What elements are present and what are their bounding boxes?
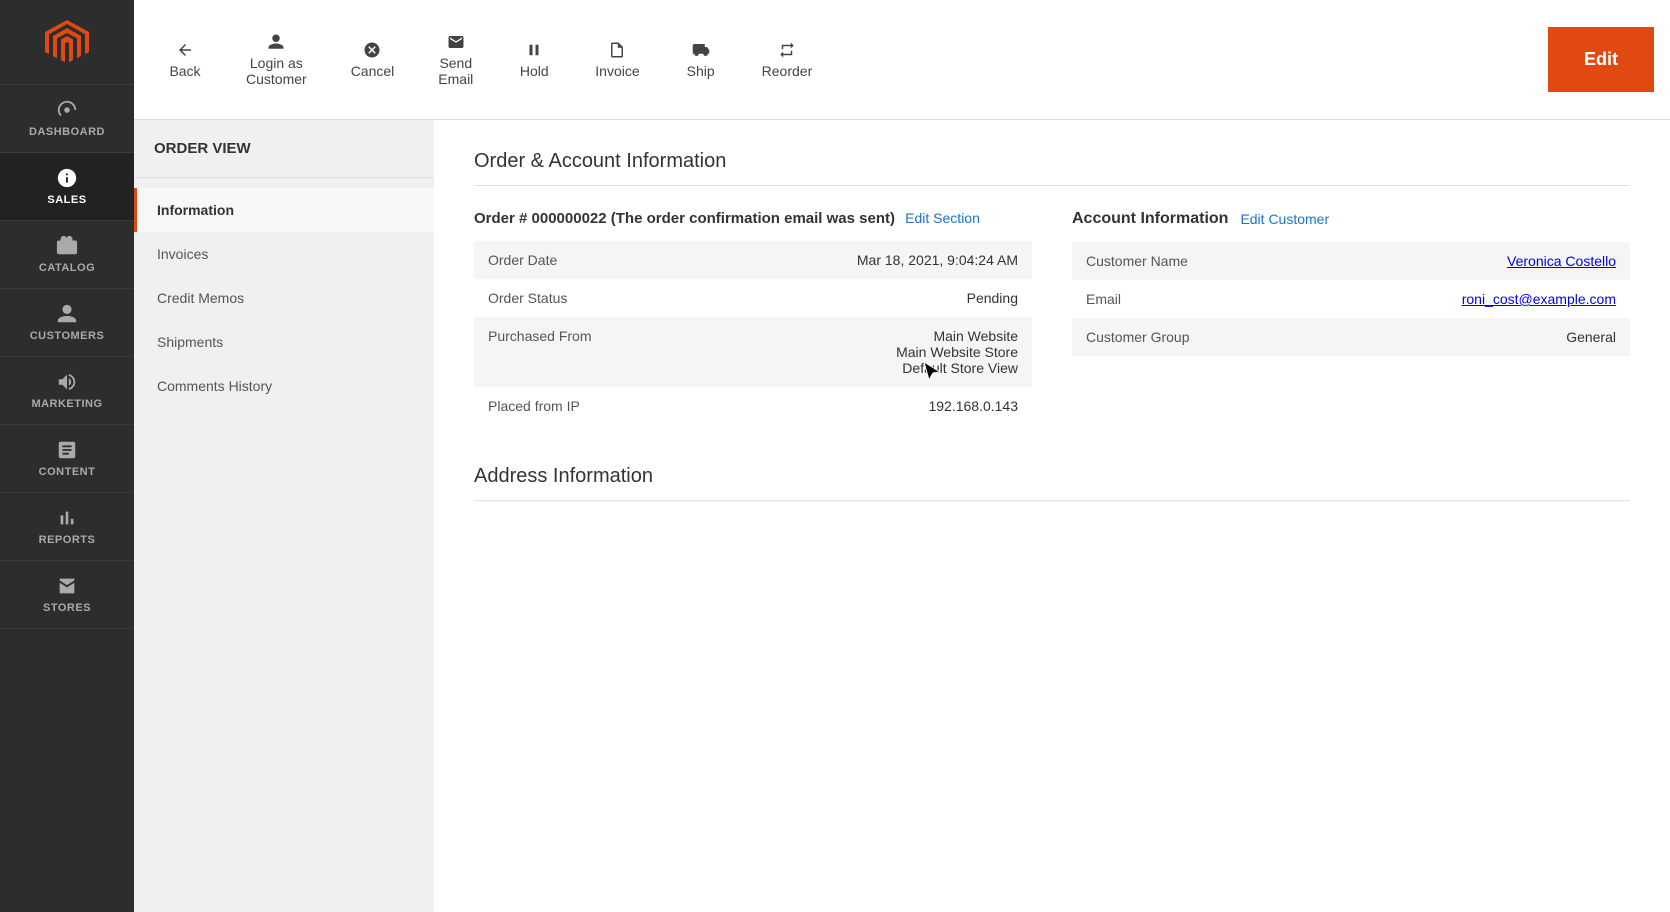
address-information-title: Address Information (474, 465, 1630, 501)
login-icon (267, 33, 285, 51)
back-arrow-icon (176, 41, 194, 59)
order-status-value: Pending (703, 279, 1032, 317)
reorder-icon (778, 41, 796, 59)
right-panel: Order & Account Information Order # 0000… (434, 120, 1670, 912)
table-row: Customer Group General (1072, 318, 1630, 356)
sidebar-item-reports[interactable]: REPORTS (0, 493, 134, 561)
email-label: Email (1072, 280, 1306, 318)
cancel-button[interactable]: Cancel (333, 31, 413, 89)
dashboard-icon (56, 99, 78, 121)
edit-button[interactable]: Edit (1548, 27, 1654, 92)
sidebar-item-dashboard[interactable]: DASHBOARD (0, 85, 134, 153)
sales-icon (56, 167, 78, 189)
order-status-label: Order Status (474, 279, 703, 317)
customer-name-label: Customer Name (1072, 242, 1306, 280)
sidebar-item-invoices[interactable]: Invoices (134, 232, 434, 276)
sidebar-item-catalog[interactable]: CATALOG (0, 221, 134, 289)
placed-from-ip-label: Placed from IP (474, 387, 703, 425)
sidebar-item-sales[interactable]: SALES (0, 153, 134, 221)
edit-section-link[interactable]: Edit Section (905, 210, 980, 226)
stores-icon (56, 575, 78, 597)
main-content: Back Login as Customer Cancel Send Email (134, 0, 1670, 912)
sidebar-item-shipments[interactable]: Shipments (134, 320, 434, 364)
table-row: Email roni_cost@example.com (1072, 280, 1630, 318)
edit-customer-link[interactable]: Edit Customer (1240, 211, 1329, 227)
order-info-col: Order # 000000022 (The order confirmatio… (474, 210, 1032, 425)
order-account-information-title: Order & Account Information (474, 150, 1630, 186)
account-info-col: Account Information Edit Customer Custom… (1072, 210, 1630, 425)
order-date-value: Mar 18, 2021, 9:04:24 AM (703, 241, 1032, 279)
sidebar-logo (0, 0, 134, 85)
table-row: Purchased From Main Website Main Website… (474, 317, 1032, 387)
customers-icon (56, 303, 78, 325)
customer-name-value: Veronica Costello (1306, 242, 1630, 280)
sidebar-item-stores[interactable]: STORES (0, 561, 134, 629)
hold-icon (525, 41, 543, 59)
purchased-from-label: Purchased From (474, 317, 703, 387)
back-button[interactable]: Back (150, 31, 220, 89)
email-icon (447, 33, 465, 51)
account-info-table: Customer Name Veronica Costello Email ro… (1072, 242, 1630, 356)
cancel-icon (363, 41, 381, 59)
purchased-from-value: Main Website Main Website Store Default … (703, 317, 1032, 387)
table-row: Customer Name Veronica Costello (1072, 242, 1630, 280)
order-view-title: ORDER VIEW (134, 140, 434, 178)
table-row: Placed from IP 192.168.0.143 (474, 387, 1032, 425)
account-header: Account Information Edit Customer (1072, 210, 1630, 228)
email-link[interactable]: roni_cost@example.com (1462, 291, 1616, 307)
invoice-button[interactable]: Invoice (577, 31, 657, 89)
sidebar-item-content[interactable]: CONTENT (0, 425, 134, 493)
invoice-icon (608, 41, 626, 59)
left-panel: ORDER VIEW Information Invoices Credit M… (134, 120, 434, 912)
customer-group-value: General (1306, 318, 1630, 356)
content-icon (56, 439, 78, 461)
sidebar-item-credit-memos[interactable]: Credit Memos (134, 276, 434, 320)
ship-button[interactable]: Ship (666, 31, 736, 89)
table-row: Order Date Mar 18, 2021, 9:04:24 AM (474, 241, 1032, 279)
login-as-customer-button[interactable]: Login as Customer (228, 23, 325, 97)
magento-logo-icon (41, 16, 93, 68)
customer-group-label: Customer Group (1072, 318, 1306, 356)
send-email-button[interactable]: Send Email (420, 23, 491, 97)
order-heading: Order # 000000022 (The order confirmatio… (474, 210, 1032, 227)
order-date-label: Order Date (474, 241, 703, 279)
reorder-button[interactable]: Reorder (744, 31, 831, 89)
marketing-icon (56, 371, 78, 393)
ship-icon (692, 41, 710, 59)
content-area: ORDER VIEW Information Invoices Credit M… (134, 120, 1670, 912)
sidebar-item-information[interactable]: Information (134, 188, 434, 232)
account-info-title: Account Information (1072, 210, 1228, 228)
sidebar-item-comments-history[interactable]: Comments History (134, 364, 434, 408)
email-value: roni_cost@example.com (1306, 280, 1630, 318)
placed-from-ip-value: 192.168.0.143 (703, 387, 1032, 425)
order-info-table: Order Date Mar 18, 2021, 9:04:24 AM Orde… (474, 241, 1032, 425)
table-row: Order Status Pending (474, 279, 1032, 317)
sidebar: DASHBOARD SALES CATALOG CUSTOMERS MARKET… (0, 0, 134, 912)
two-col-section: Order # 000000022 (The order confirmatio… (474, 210, 1630, 425)
sidebar-item-marketing[interactable]: MARKETING (0, 357, 134, 425)
hold-button[interactable]: Hold (499, 31, 569, 89)
customer-name-link[interactable]: Veronica Costello (1507, 253, 1616, 269)
reports-icon (56, 507, 78, 529)
sidebar-item-customers[interactable]: CUSTOMERS (0, 289, 134, 357)
toolbar: Back Login as Customer Cancel Send Email (134, 0, 1670, 120)
catalog-icon (56, 235, 78, 257)
